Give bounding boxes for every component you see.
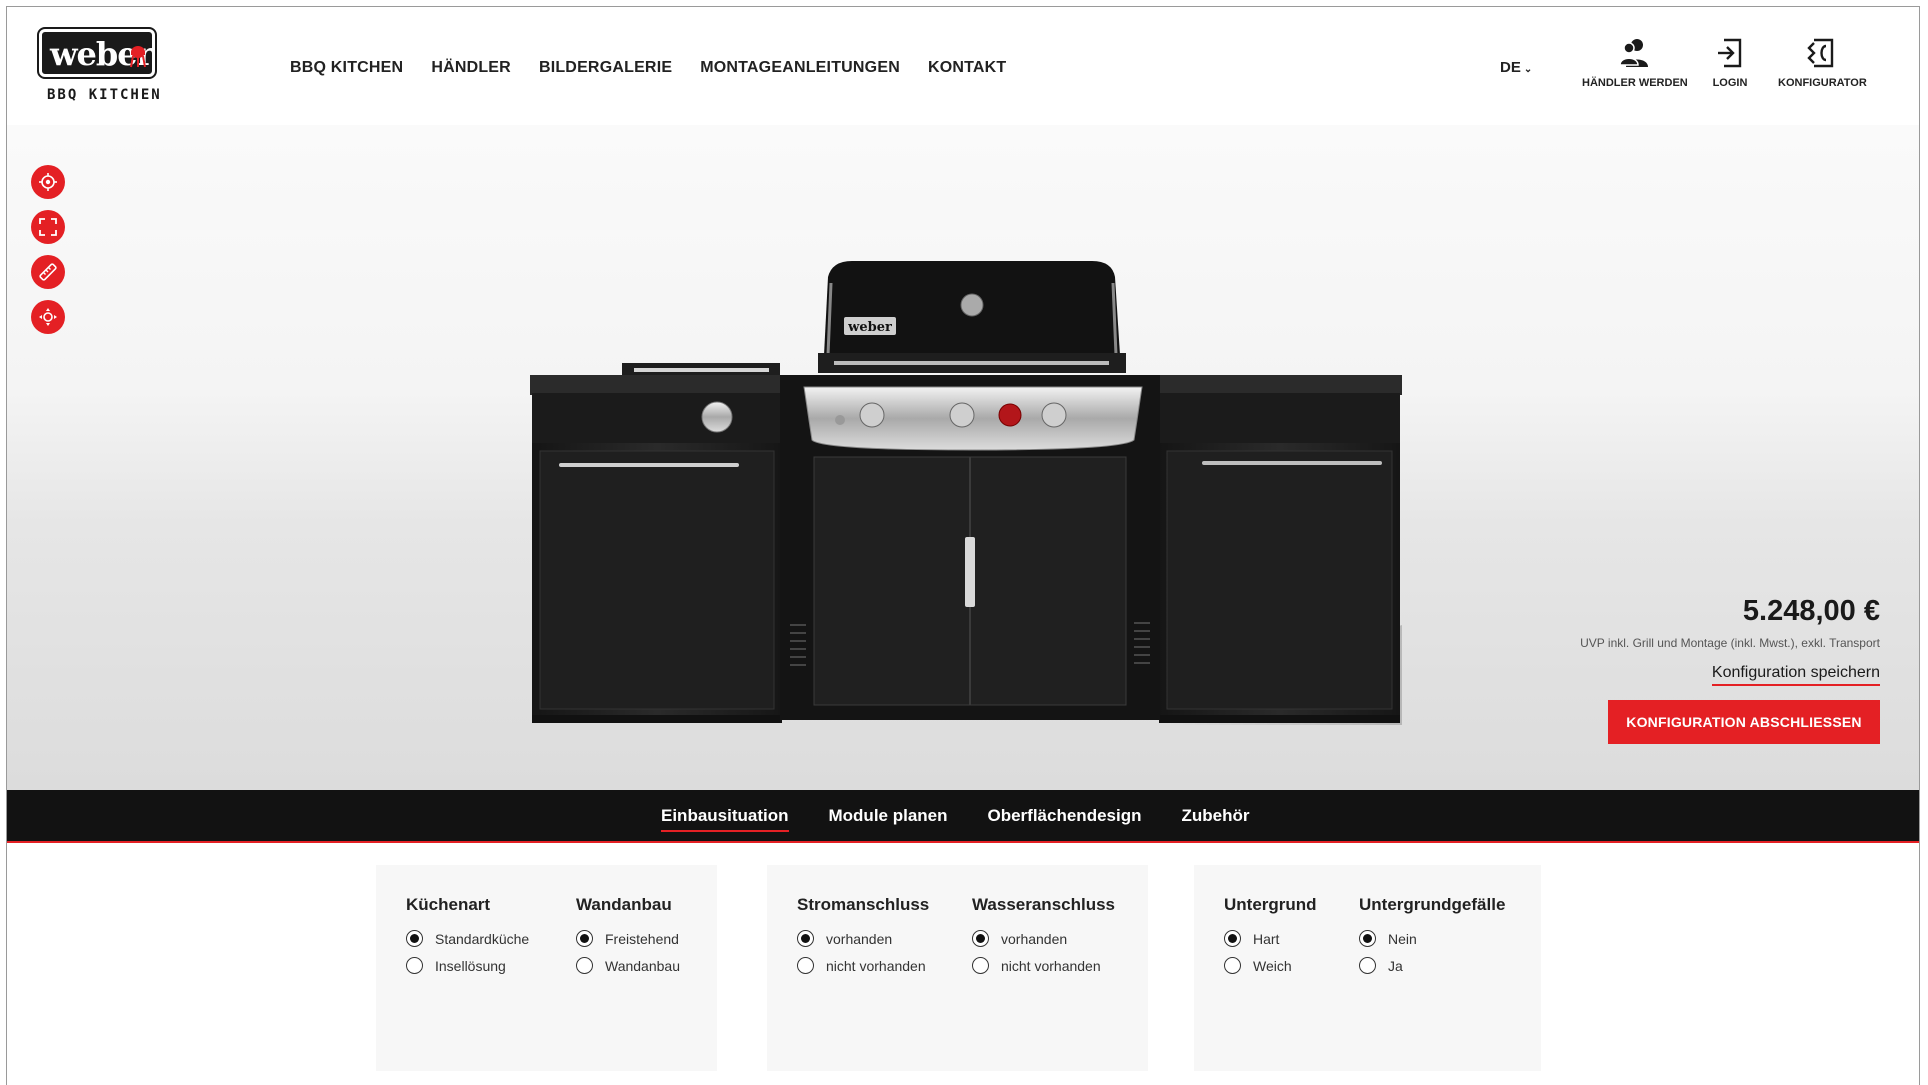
group-untergrundgefaelle: Untergrundgefälle Nein Ja <box>1359 895 1505 979</box>
radio-label: Standardküche <box>435 930 530 947</box>
radio-label: Freistehend <box>605 930 679 947</box>
become-dealer-button[interactable]: HÄNDLER WERDEN <box>1582 35 1688 89</box>
radio-unchecked-icon <box>406 957 423 974</box>
chevron-down-icon: ⌄ <box>1523 64 1533 75</box>
group-wandanbau: Wandanbau Freistehend Wandanbau <box>576 895 680 979</box>
bbq-kitchen-render: weber <box>530 261 1402 725</box>
price-note: UVP inkl. Grill und Montage (inkl. Mwst.… <box>1580 636 1880 650</box>
tab-module-planen[interactable]: Module planen <box>829 803 948 829</box>
configurator-icon <box>1807 38 1834 68</box>
radio-label: vorhanden <box>1001 930 1068 947</box>
nav-kontakt[interactable]: KONTAKT <box>928 59 1006 77</box>
nav-montageanleitungen[interactable]: MONTAGEANLEITUNGEN <box>700 59 900 77</box>
radio-unchecked-icon <box>576 957 593 974</box>
radio-inselloesung[interactable]: Insellösung <box>406 952 529 979</box>
nav-bildergalerie[interactable]: BILDERGALERIE <box>539 59 672 77</box>
radio-strom-nicht-vorhanden[interactable]: nicht vorhanden <box>797 952 929 979</box>
kettle-icon <box>130 46 146 68</box>
measure-button[interactable] <box>31 255 65 289</box>
radio-label: Hart <box>1253 930 1280 947</box>
center-view-button[interactable] <box>31 165 65 199</box>
radio-label: Nein <box>1388 930 1417 947</box>
radio-wasser-nicht-vorhanden[interactable]: nicht vorhanden <box>972 952 1115 979</box>
site-header: weber BBQ KITCHEN BBQ KITCHEN HÄNDLER BI… <box>7 7 1919 125</box>
configurator-label: KONFIGURATOR <box>1778 77 1867 89</box>
users-icon <box>1619 39 1648 67</box>
tab-zubehoer[interactable]: Zubehör <box>1181 803 1249 829</box>
app-frame: weber BBQ KITCHEN BBQ KITCHEN HÄNDLER BI… <box>6 6 1920 1085</box>
total-price: 5.248,00 € <box>1742 595 1880 627</box>
language-label: DE <box>1500 59 1521 76</box>
radio-standardkueche[interactable]: Standardküche <box>406 925 529 952</box>
config-tabs: Einbausituation Module planen Oberfläche… <box>661 790 1249 841</box>
configurator-button[interactable]: KONFIGURATOR <box>1778 35 1867 89</box>
radio-hart[interactable]: Hart <box>1224 925 1317 952</box>
group-untergrund: Untergrund Hart Weich <box>1224 895 1317 979</box>
options-panel-ground: Untergrund Hart Weich Untergrundgefälle … <box>1194 865 1541 1071</box>
radio-checked-icon <box>972 930 989 947</box>
ruler-icon <box>39 263 57 281</box>
login-label: LOGIN <box>1712 77 1748 89</box>
price-box: 5.248,00 € UVP inkl. Grill und Montage (… <box>1580 595 1880 744</box>
group-title: Untergrundgefälle <box>1359 895 1506 914</box>
weber-logo[interactable]: weber BBQ KITCHEN <box>37 27 163 107</box>
radio-unchecked-icon <box>797 957 814 974</box>
options-panel-kitchen: Küchenart Standardküche Insellösung Wand… <box>376 865 717 1071</box>
options-panel-connections: Stromanschluss vorhanden nicht vorhanden… <box>767 865 1148 1071</box>
move-button[interactable] <box>31 300 65 334</box>
radio-wandanbau[interactable]: Wandanbau <box>576 952 680 979</box>
radio-checked-icon <box>797 930 814 947</box>
group-title: Untergrund <box>1224 895 1317 914</box>
radio-label: Weich <box>1253 957 1292 974</box>
radio-label: vorhanden <box>826 930 893 947</box>
logo-badge: weber <box>37 27 157 79</box>
group-title: Wasseranschluss <box>972 895 1115 914</box>
nav-haendler[interactable]: HÄNDLER <box>431 59 511 77</box>
radio-checked-icon <box>1224 930 1241 947</box>
tab-oberflaechendesign[interactable]: Oberflächendesign <box>988 803 1142 829</box>
radio-label: Ja <box>1388 957 1403 974</box>
move-icon <box>39 308 57 326</box>
login-button[interactable]: LOGIN <box>1712 35 1748 89</box>
radio-ja[interactable]: Ja <box>1359 952 1505 979</box>
radio-label: Wandanbau <box>605 957 680 974</box>
radio-weich[interactable]: Weich <box>1224 952 1317 979</box>
fullscreen-button[interactable] <box>31 210 65 244</box>
radio-unchecked-icon <box>1359 957 1376 974</box>
main-nav: BBQ KITCHEN HÄNDLER BILDERGALERIE MONTAG… <box>290 59 1006 77</box>
radio-nein[interactable]: Nein <box>1359 925 1505 952</box>
group-title: Küchenart <box>406 895 491 914</box>
language-selector[interactable]: DE ⌄ <box>1500 59 1532 76</box>
grill-badge-text: weber <box>847 320 892 335</box>
radio-wasser-vorhanden[interactable]: vorhanden <box>972 925 1115 952</box>
become-dealer-label: HÄNDLER WERDEN <box>1582 77 1688 89</box>
radio-label: nicht vorhanden <box>1001 957 1101 974</box>
logo-subtitle: BBQ KITCHEN <box>47 87 162 103</box>
finish-configuration-button[interactable]: KONFIGURATION ABSCHLIESSEN <box>1608 700 1880 744</box>
radio-strom-vorhanden[interactable]: vorhanden <box>797 925 929 952</box>
radio-checked-icon <box>1359 930 1376 947</box>
save-configuration-link[interactable]: Konfiguration speichern <box>1711 664 1880 686</box>
nav-bbq-kitchen[interactable]: BBQ KITCHEN <box>290 59 403 77</box>
radio-label: Insellösung <box>435 957 506 974</box>
radio-label: nicht vorhanden <box>826 957 926 974</box>
radio-checked-icon <box>406 930 423 947</box>
fullscreen-icon <box>39 218 57 236</box>
group-title: Wandanbau <box>576 895 672 914</box>
radio-unchecked-icon <box>1224 957 1241 974</box>
login-icon <box>1718 38 1742 68</box>
target-icon <box>39 173 57 191</box>
group-kuechenart: Küchenart Standardküche Insellösung <box>406 895 529 979</box>
product-viewer[interactable]: weber 5.248,00 € UVP inkl. Grill und Mon… <box>7 125 1919 790</box>
tab-einbausituation[interactable]: Einbausituation <box>661 803 789 832</box>
radio-unchecked-icon <box>972 957 989 974</box>
radio-checked-icon <box>576 930 593 947</box>
config-tabbar: Einbausituation Module planen Oberfläche… <box>7 790 1919 843</box>
group-stromanschluss: Stromanschluss vorhanden nicht vorhanden <box>797 895 929 979</box>
group-wasseranschluss: Wasseranschluss vorhanden nicht vorhande… <box>972 895 1115 979</box>
group-title: Stromanschluss <box>797 895 930 914</box>
radio-freistehend[interactable]: Freistehend <box>576 925 680 952</box>
